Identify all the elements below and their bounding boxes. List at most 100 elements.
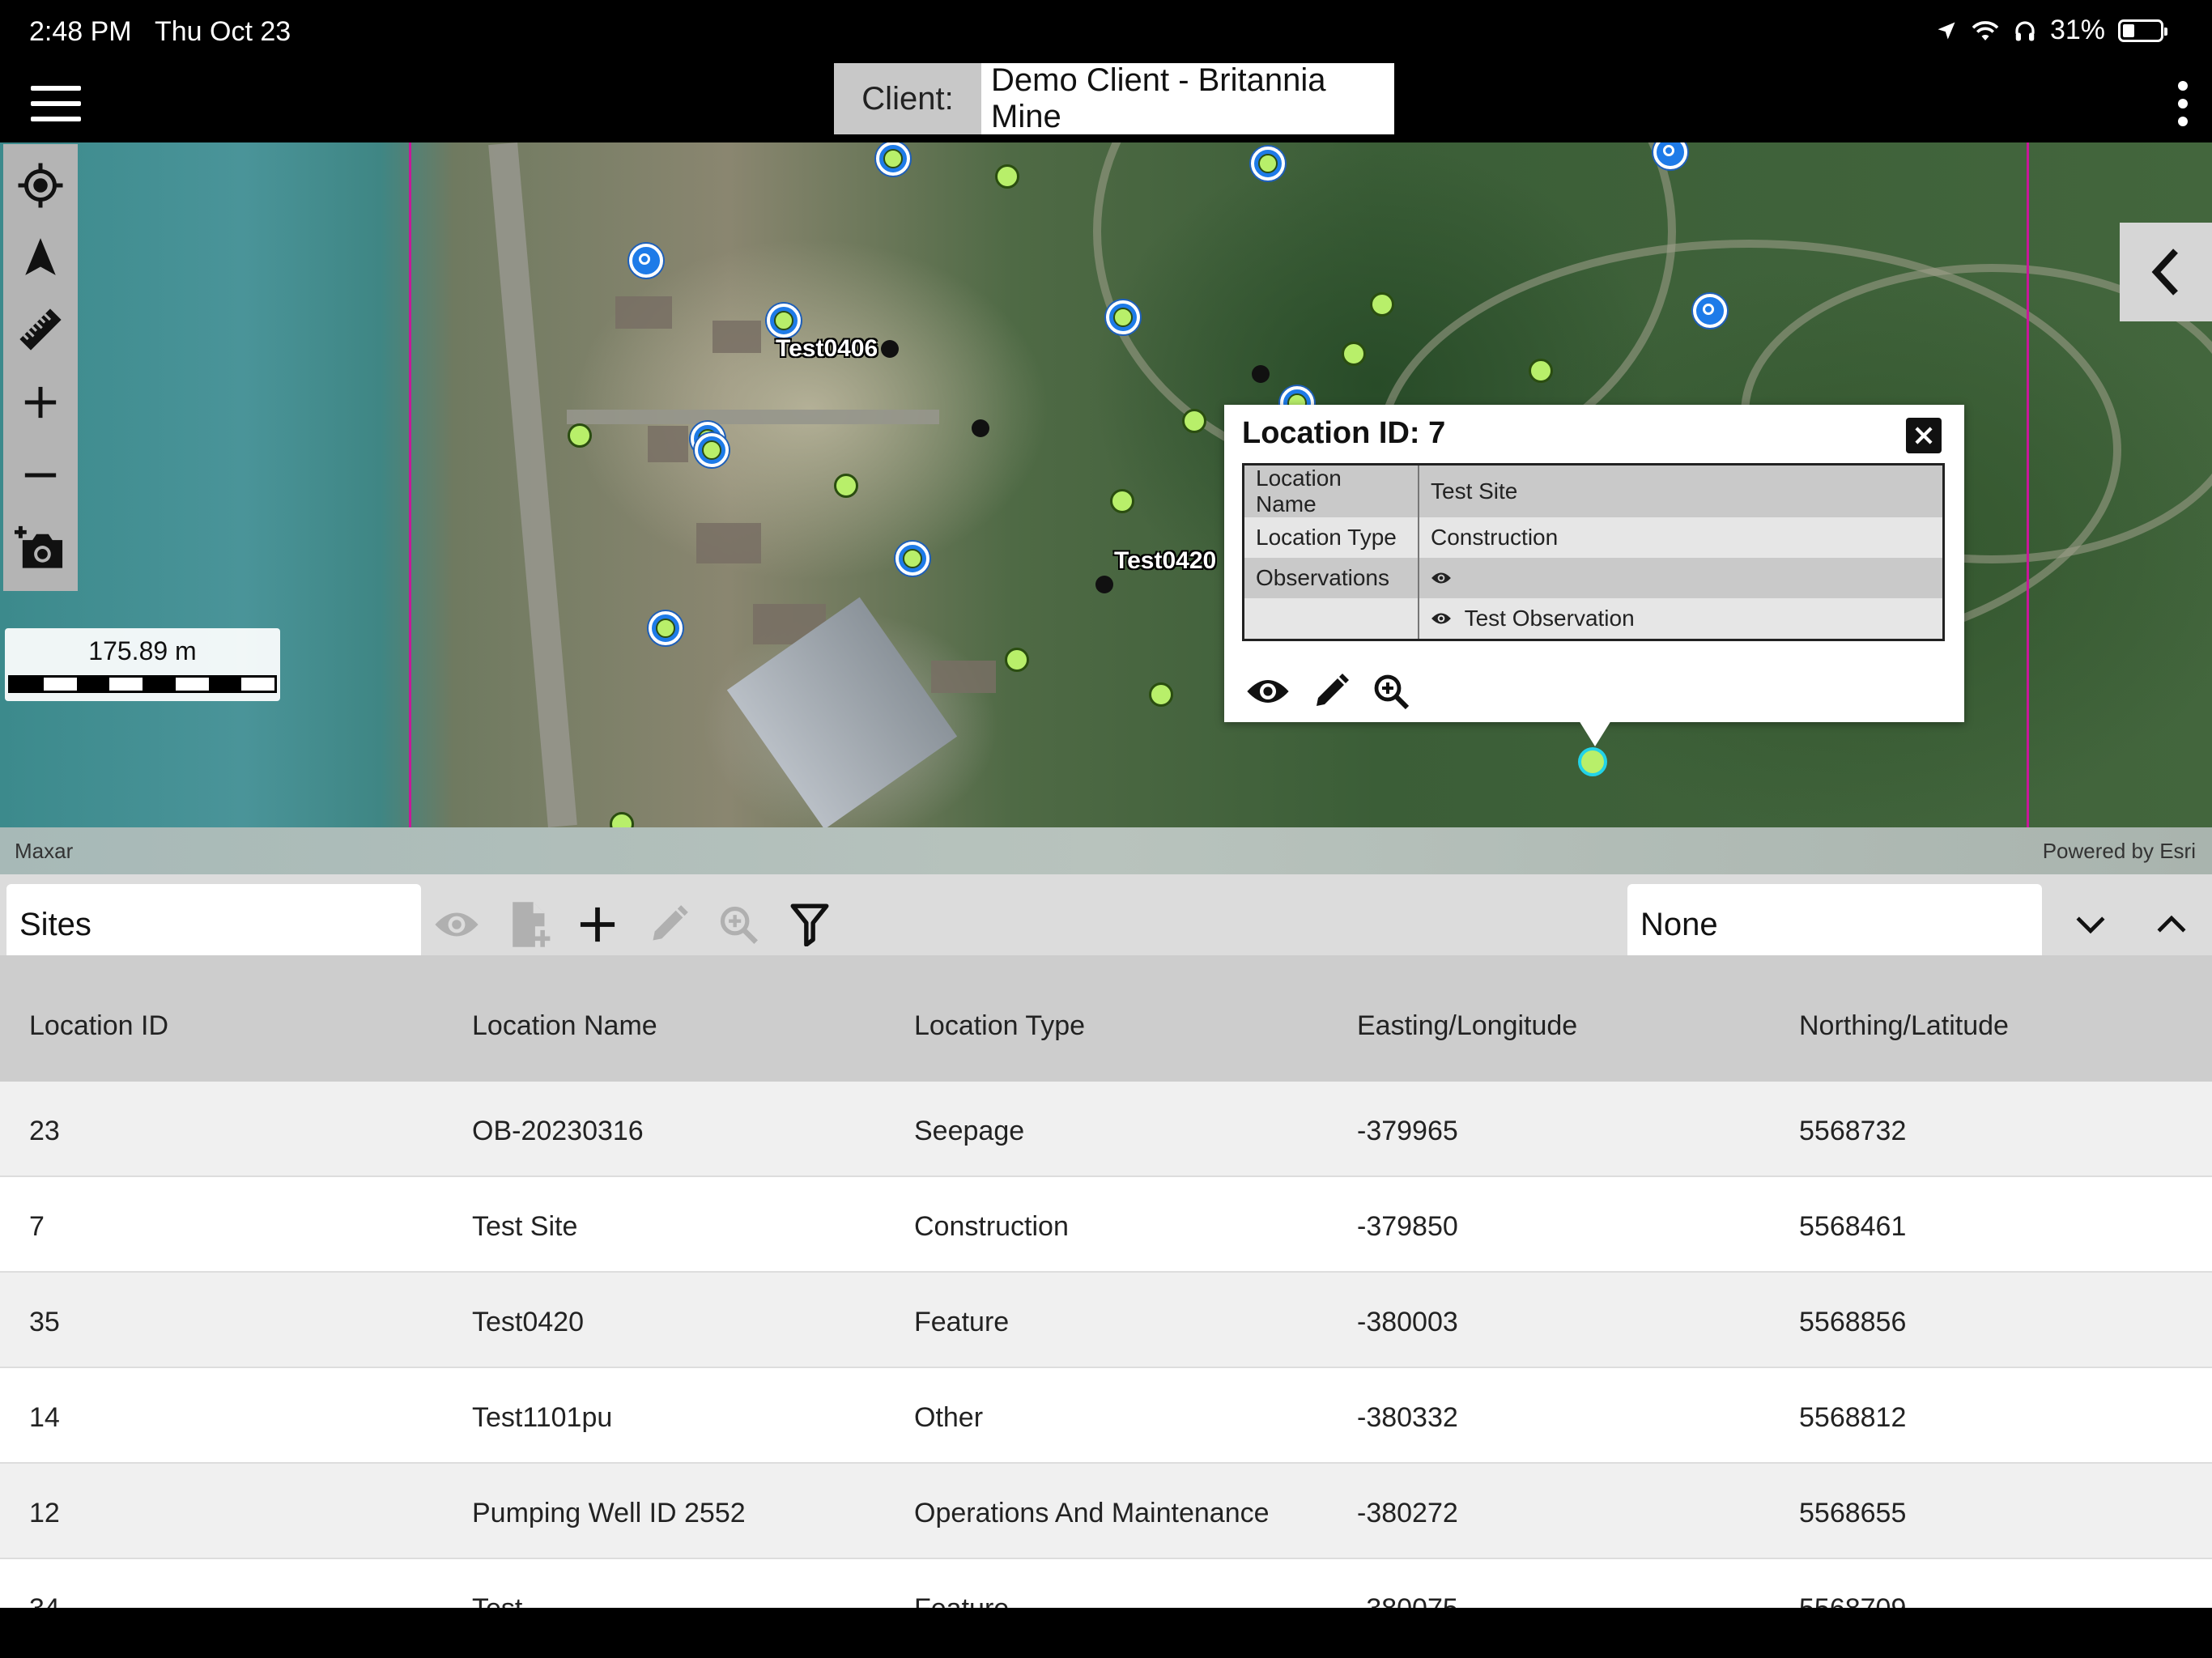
column-header[interactable]: Location Name xyxy=(472,1010,657,1042)
table-row[interactable]: 35 Test0420 Feature -380003 5568856 xyxy=(0,1273,2212,1368)
zoom-out-icon[interactable] xyxy=(3,440,78,510)
map-building xyxy=(615,296,672,329)
map-point[interactable] xyxy=(1342,342,1366,366)
cell-location-name: Test0420 xyxy=(472,1307,584,1337)
map-point[interactable] xyxy=(1529,359,1553,383)
map-point[interactable] xyxy=(695,433,729,467)
filter-icon[interactable] xyxy=(785,900,834,949)
add-icon[interactable] xyxy=(573,900,622,949)
map-point[interactable] xyxy=(568,423,592,448)
cell-northing: 5568812 xyxy=(1799,1402,1907,1433)
column-header[interactable]: Location ID xyxy=(29,1010,168,1042)
table-row[interactable]: 12 Pumping Well ID 2552 Operations And M… xyxy=(0,1464,2212,1559)
map-point[interactable] xyxy=(972,419,989,437)
zoom-to-icon[interactable] xyxy=(1372,672,1410,711)
cell-easting: -380272 xyxy=(1357,1498,1458,1528)
eye-icon[interactable] xyxy=(1431,571,1452,585)
cell-location-type: Other xyxy=(914,1402,984,1433)
column-header[interactable]: Northing/Latitude xyxy=(1799,1010,2009,1042)
column-header[interactable]: Location Type xyxy=(914,1010,1085,1042)
map-point[interactable] xyxy=(1251,147,1285,181)
client-selector[interactable]: Demo Client - Britannia Mine xyxy=(981,62,1394,134)
map-point[interactable] xyxy=(1110,489,1134,513)
popup-observation-cell[interactable]: Test Observation xyxy=(1419,598,1945,640)
chevron-up-icon[interactable] xyxy=(2147,900,2196,949)
filter-field-select[interactable]: None xyxy=(1627,884,2042,965)
map-point[interactable] xyxy=(610,812,634,827)
popup-row: Test Observation xyxy=(1243,598,1945,640)
popup-row: Location Type Construction xyxy=(1243,517,1945,558)
map-point[interactable] xyxy=(895,542,929,576)
table-row[interactable]: 23 OB-20230316 Seepage -379965 5568732 xyxy=(0,1082,2212,1177)
zoom-in-icon[interactable] xyxy=(3,368,78,437)
map-point[interactable] xyxy=(1106,300,1140,334)
popup-actions xyxy=(1245,672,1410,711)
measure-ruler-icon[interactable] xyxy=(3,295,78,364)
map-point[interactable] xyxy=(1252,365,1270,383)
map-point[interactable] xyxy=(881,340,899,358)
popup-pointer xyxy=(1579,721,1611,746)
zoom-to-icon[interactable] xyxy=(714,900,763,949)
map-building xyxy=(713,321,761,353)
selected-map-point[interactable] xyxy=(1578,747,1607,776)
navigation-arrow-icon[interactable] xyxy=(3,222,78,291)
map-point[interactable] xyxy=(876,142,910,176)
map-point[interactable] xyxy=(995,164,1019,189)
more-options-icon[interactable] xyxy=(2178,81,2191,126)
cell-location-id: 35 xyxy=(29,1307,60,1337)
popup-value: Construction xyxy=(1419,517,1945,558)
map-point[interactable] xyxy=(1693,294,1727,328)
chevron-down-icon[interactable] xyxy=(2066,900,2115,949)
popup-key xyxy=(1243,598,1419,640)
popup-value-cell xyxy=(1419,558,1945,598)
app-header: Client: Demo Client - Britannia Mine xyxy=(0,62,2212,142)
side-panel-toggle[interactable] xyxy=(2120,223,2212,321)
map-point[interactable] xyxy=(767,304,801,338)
status-icons: 31% xyxy=(1935,15,2167,46)
popup-key: Observations xyxy=(1243,558,1419,598)
map-point[interactable] xyxy=(834,474,858,498)
cell-location-name: Test1101pu xyxy=(472,1402,613,1433)
attribution-esri[interactable]: Powered by Esri xyxy=(2043,839,2196,864)
camera-icon[interactable] xyxy=(3,513,78,583)
cell-northing: 5568655 xyxy=(1799,1498,1907,1528)
table-header: Location ID Location Name Location Type … xyxy=(0,955,2212,1082)
map-point-label: Test0406 xyxy=(776,335,878,362)
map-point[interactable] xyxy=(1370,292,1394,317)
cell-northing: 5568856 xyxy=(1799,1307,1907,1337)
view-eye-icon[interactable] xyxy=(1245,675,1291,708)
map-point[interactable] xyxy=(1182,409,1206,433)
map-point[interactable] xyxy=(1149,682,1173,707)
locate-icon[interactable] xyxy=(3,151,78,220)
edit-pencil-icon[interactable] xyxy=(1312,672,1351,711)
column-header[interactable]: Easting/Longitude xyxy=(1357,1010,1577,1042)
cell-easting: -379850 xyxy=(1357,1211,1458,1242)
map-building xyxy=(696,523,761,563)
layer-select[interactable]: Sites xyxy=(6,884,421,965)
table-row[interactable]: 7 Test Site Construction -379850 5568461 xyxy=(0,1177,2212,1273)
map-boundary-line xyxy=(409,142,411,827)
cell-easting: -379965 xyxy=(1357,1116,1458,1146)
map-attribution: Maxar Powered by Esri xyxy=(0,827,2212,874)
map-point[interactable] xyxy=(1095,576,1113,593)
time-text: 2:48 PM xyxy=(29,16,132,47)
cell-northing: 5568461 xyxy=(1799,1211,1907,1242)
map-building xyxy=(648,426,688,462)
scale-text: 175.89 m xyxy=(88,636,197,665)
close-popup-button[interactable] xyxy=(1906,418,1942,453)
map-point[interactable] xyxy=(649,611,683,645)
cell-location-id: 7 xyxy=(29,1211,45,1242)
scale-ruler xyxy=(8,675,277,693)
add-document-icon[interactable] xyxy=(505,900,554,949)
edit-pencil-icon[interactable] xyxy=(644,900,693,949)
attribution-source: Maxar xyxy=(15,839,74,863)
table-row[interactable]: 14 Test1101pu Other -380332 5568812 xyxy=(0,1368,2212,1464)
observation-link[interactable]: Test Observation xyxy=(1465,606,1635,631)
cell-location-id: 23 xyxy=(29,1116,60,1146)
map-boundary-line xyxy=(2027,142,2029,827)
view-eye-icon[interactable] xyxy=(432,900,481,949)
menu-icon[interactable] xyxy=(31,86,81,123)
map-point[interactable] xyxy=(1005,648,1029,672)
map-highway xyxy=(488,142,577,827)
map-point[interactable] xyxy=(629,244,663,278)
